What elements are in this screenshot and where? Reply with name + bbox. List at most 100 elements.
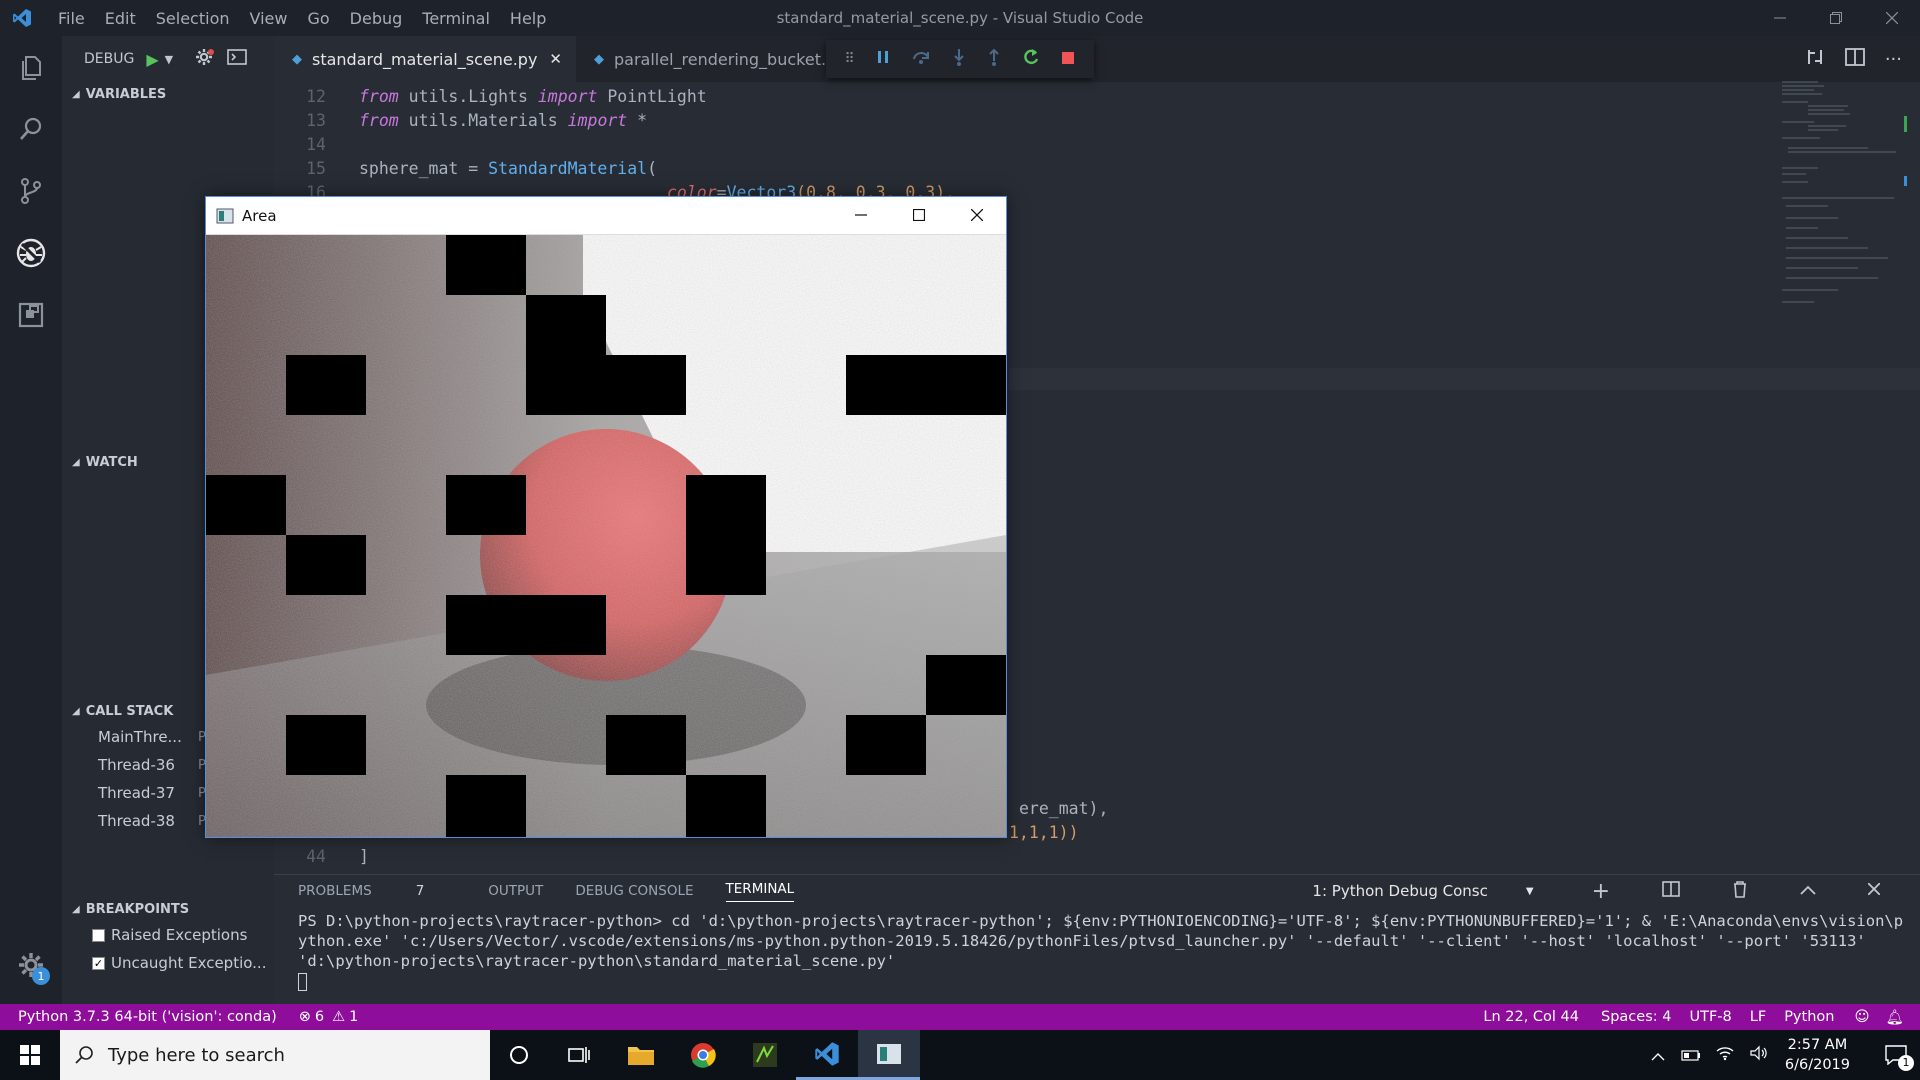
- activity-bar: 1: [0, 36, 62, 1004]
- cursor-position[interactable]: Ln 22, Col 44: [1483, 1009, 1579, 1025]
- clock[interactable]: 2:57 AM 6/6/2019: [1785, 1035, 1850, 1075]
- terminal-select[interactable]: 1: Python Debug Consc ▼: [1312, 882, 1565, 900]
- tab-output[interactable]: OUTPUT: [488, 883, 543, 899]
- menu-view[interactable]: View: [250, 9, 288, 28]
- area-minimize-button[interactable]: [832, 207, 890, 225]
- menu-terminal[interactable]: Terminal: [422, 9, 490, 28]
- area-maximize-button[interactable]: [890, 207, 948, 225]
- area-title-bar[interactable]: Area: [206, 197, 1006, 235]
- tab-problems[interactable]: PROBLEMS 7: [298, 883, 456, 899]
- close-window-button[interactable]: [1864, 0, 1920, 36]
- source-control-icon[interactable]: [0, 160, 62, 222]
- close-panel-icon[interactable]: [1867, 882, 1881, 899]
- menu-edit[interactable]: Edit: [105, 9, 136, 28]
- code-line[interactable]: sphere_mat = StandardMaterial(: [359, 159, 657, 178]
- breakpoint-raised-exceptions[interactable]: Raised Exceptions: [62, 921, 274, 949]
- area-render-window[interactable]: Area: [205, 196, 1007, 838]
- code-line[interactable]: ]: [359, 847, 369, 866]
- kill-terminal-trash-icon[interactable]: [1732, 880, 1748, 902]
- variables-section-header[interactable]: ◢ VARIABLES: [62, 82, 274, 106]
- debug-console-toggle-icon[interactable]: [227, 48, 247, 70]
- menu-debug[interactable]: Debug: [350, 9, 403, 28]
- minimap[interactable]: [1778, 78, 1898, 358]
- menu-file[interactable]: File: [58, 9, 85, 28]
- code-line[interactable]: from utils.Lights import PointLight: [359, 87, 707, 106]
- more-actions-icon[interactable]: ···: [1885, 49, 1902, 70]
- extensions-icon[interactable]: [0, 284, 62, 346]
- volume-icon[interactable]: [1749, 1045, 1769, 1065]
- render-image: [206, 235, 1006, 837]
- python-file-icon: ◆: [292, 51, 302, 67]
- settings-gear-icon[interactable]: 1: [0, 934, 62, 996]
- taskbar-search-box[interactable]: Type here to search: [60, 1030, 490, 1080]
- clock-time: 2:57 AM: [1787, 1037, 1848, 1053]
- drag-handle-icon[interactable]: ⠿: [845, 51, 855, 67]
- new-terminal-plus-icon[interactable]: +: [1592, 879, 1610, 904]
- checkbox-checked[interactable]: ✓: [92, 956, 105, 970]
- line-number: 15: [306, 159, 326, 178]
- code-line[interactable]: ere_mat),: [1019, 799, 1108, 818]
- tab-debug-console[interactable]: DEBUG CONSOLE: [575, 883, 693, 899]
- indentation[interactable]: Spaces: 4: [1601, 1009, 1671, 1025]
- code-line[interactable]: 1,1,1)): [1009, 823, 1079, 842]
- breakpoint-label: Uncaught Exceptio...: [111, 954, 267, 972]
- breakpoint-uncaught-exceptions[interactable]: ✓ Uncaught Exceptio...: [62, 949, 274, 977]
- area-window-taskbar-icon[interactable]: [858, 1030, 920, 1080]
- wifi-icon[interactable]: [1715, 1045, 1735, 1065]
- call-stack-title: CALL STACK: [85, 703, 174, 719]
- close-tab-icon[interactable]: ✕: [549, 50, 562, 68]
- restart-button[interactable]: [1022, 48, 1040, 70]
- line-ending[interactable]: LF: [1750, 1009, 1766, 1025]
- tab-terminal[interactable]: TERMINAL: [725, 881, 795, 902]
- pause-button[interactable]: [876, 49, 890, 69]
- problems-indicator[interactable]: ⊗ 6 ⚠ 1: [299, 1009, 359, 1025]
- explorer-icon[interactable]: [0, 36, 62, 98]
- debug-settings-gear-icon[interactable]: [195, 47, 215, 71]
- encoding[interactable]: UTF-8: [1689, 1009, 1731, 1025]
- restore-button[interactable]: [1808, 0, 1864, 36]
- menu-selection[interactable]: Selection: [156, 9, 230, 28]
- terminal-output[interactable]: PS D:\python-projects\raytracer-python> …: [274, 907, 1904, 991]
- breakpoints-section-header[interactable]: ◢ BREAKPOINTS: [62, 897, 274, 921]
- maximize-panel-chevron-up-icon[interactable]: [1800, 883, 1816, 899]
- stop-button[interactable]: [1061, 50, 1075, 69]
- notifications-bell-icon[interactable]: 🔔︎: [1886, 1009, 1904, 1026]
- chevron-down-icon: ▼: [1525, 885, 1534, 897]
- battery-icon[interactable]: [1681, 1046, 1701, 1065]
- start-button[interactable]: [0, 1030, 60, 1080]
- split-editor-icon[interactable]: [1844, 48, 1865, 70]
- debug-icon[interactable]: [0, 222, 62, 284]
- feedback-smiley-icon[interactable]: ☺: [1854, 1009, 1869, 1025]
- search-icon[interactable]: [0, 98, 62, 160]
- start-debugging-button[interactable]: ▶: [146, 50, 158, 69]
- checkbox-unchecked[interactable]: [92, 928, 105, 942]
- tab-label: standard_material_scene.py: [312, 49, 538, 69]
- cortana-icon[interactable]: [490, 1045, 548, 1065]
- python-interpreter[interactable]: Python 3.7.3 64-bit ('vision': conda): [18, 1009, 277, 1025]
- tab-standard-material-scene[interactable]: ◆ standard_material_scene.py ✕: [274, 36, 576, 82]
- file-explorer-taskbar-icon[interactable]: [610, 1044, 672, 1066]
- terminal-app-taskbar-icon[interactable]: [734, 1042, 796, 1068]
- action-center-icon[interactable]: 1: [1872, 1045, 1920, 1071]
- thread-name: Thread-37: [98, 784, 175, 802]
- menu-help[interactable]: Help: [510, 9, 546, 28]
- step-out-button[interactable]: [987, 48, 1001, 70]
- minimize-button[interactable]: [1752, 0, 1808, 36]
- split-terminal-icon[interactable]: [1662, 881, 1680, 901]
- chrome-taskbar-icon[interactable]: [672, 1042, 734, 1068]
- vscode-taskbar-icon[interactable]: [796, 1030, 858, 1080]
- line-number: 13: [306, 111, 326, 130]
- task-view-icon[interactable]: [548, 1046, 610, 1064]
- tab-parallel-rendering-bucket[interactable]: ◆ parallel_rendering_bucket.py: [576, 36, 860, 82]
- menu-go[interactable]: Go: [307, 9, 329, 28]
- step-into-button[interactable]: [952, 48, 966, 70]
- config-dropdown-chevron-icon[interactable]: ▼: [165, 53, 173, 66]
- language-mode[interactable]: Python: [1784, 1009, 1834, 1025]
- step-over-button[interactable]: [911, 49, 931, 69]
- open-changes-icon[interactable]: [1805, 47, 1825, 71]
- show-hidden-icons-chevron-up-icon[interactable]: [1651, 1046, 1665, 1065]
- area-close-button[interactable]: [948, 207, 1006, 225]
- error-icon: ⊗: [298, 1009, 311, 1025]
- code-line[interactable]: from utils.Materials import *: [359, 111, 647, 130]
- code-token: ere_mat),: [1019, 799, 1109, 818]
